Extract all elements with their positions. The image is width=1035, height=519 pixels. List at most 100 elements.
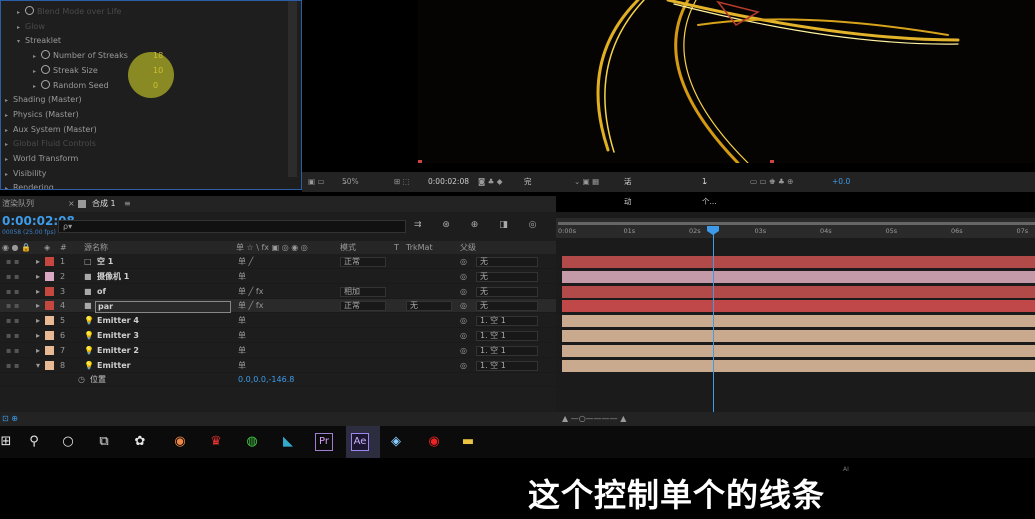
disclosure-triangle-icon[interactable]: ▸ bbox=[5, 109, 13, 123]
search-icon[interactable]: ⚲ bbox=[22, 430, 46, 454]
start-icon[interactable]: ⊞ bbox=[0, 430, 18, 454]
tab-render-queue[interactable]: 渲染队列 bbox=[2, 196, 34, 212]
layer-bar[interactable] bbox=[562, 359, 1035, 372]
after-effects-icon[interactable]: Ae bbox=[351, 433, 369, 451]
pickwhip-icon[interactable]: ◎ bbox=[460, 255, 467, 269]
expand-icon[interactable]: ▸ bbox=[36, 270, 40, 284]
parent-select[interactable]: 1. 空 1 bbox=[476, 360, 538, 371]
layer-bar[interactable] bbox=[562, 315, 1035, 328]
viewer-tools-icon[interactable]: ▭ ▭ ♚ ♣ ⊕ bbox=[750, 172, 793, 192]
effects-scrollbar[interactable] bbox=[288, 1, 297, 177]
qq-icon[interactable]: ♛ bbox=[204, 430, 228, 454]
cortana-icon[interactable]: ○ bbox=[56, 430, 80, 454]
stopwatch-icon[interactable] bbox=[25, 6, 34, 15]
stopwatch-icon[interactable] bbox=[41, 79, 50, 89]
layer-row[interactable]: ▪ ▪ ▸ 3 ■ of 单 ╱ fx 相加 ◎ 无 bbox=[0, 285, 556, 299]
effect-row[interactable]: ▸ Glow bbox=[17, 20, 287, 34]
trkmat-select[interactable]: 无 bbox=[406, 301, 452, 312]
layer-switches[interactable]: 单 bbox=[238, 314, 246, 328]
layer-bar[interactable] bbox=[562, 256, 1035, 268]
roi-icon[interactable]: ⌄ ▣ ▦ bbox=[574, 172, 599, 192]
layer-switches[interactable]: 单 ╱ fx bbox=[238, 285, 263, 299]
task-view-icon[interactable]: ⧉ bbox=[92, 430, 116, 454]
layer-row[interactable]: ▪ ▪ ▸ 5 💡 Emitter 4 单 ◎ 1. 空 1 bbox=[0, 314, 556, 329]
pickwhip-icon[interactable]: ◎ bbox=[460, 299, 467, 313]
expand-icon[interactable]: ▸ bbox=[36, 344, 40, 358]
mode-select[interactable]: 正常 bbox=[340, 301, 386, 312]
pinwheel-icon[interactable]: ✿ bbox=[128, 430, 152, 454]
layer-search-input[interactable]: ρ▾ bbox=[58, 220, 406, 233]
parent-select[interactable]: 无 bbox=[476, 286, 538, 297]
visibility-icons[interactable]: ▪ ▪ bbox=[6, 329, 19, 343]
expand-icon[interactable]: ▸ bbox=[36, 329, 40, 343]
expand-icon[interactable]: ▸ bbox=[36, 255, 40, 269]
label-color[interactable] bbox=[45, 271, 54, 281]
visibility-icons[interactable]: ▪ ▪ bbox=[6, 255, 19, 269]
layer-row[interactable]: ▪ ▪ ▸ 2 ■ 摄像机 1 单 ◎ 无 bbox=[0, 270, 556, 284]
layer-switches[interactable]: 单 bbox=[238, 329, 246, 343]
parent-select[interactable]: 无 bbox=[476, 271, 538, 282]
disclosure-triangle-icon[interactable]: ▸ bbox=[5, 182, 13, 189]
layer-name[interactable]: of bbox=[97, 285, 106, 299]
label-color[interactable] bbox=[45, 286, 54, 296]
app-icon[interactable]: ◈ bbox=[384, 430, 408, 454]
layer-switches[interactable]: 单 bbox=[238, 270, 246, 284]
pickwhip-icon[interactable]: ◎ bbox=[460, 359, 467, 373]
premiere-icon[interactable]: Pr bbox=[315, 433, 333, 451]
disclosure-triangle-icon[interactable]: ▸ bbox=[33, 65, 41, 79]
label-color[interactable] bbox=[45, 345, 54, 355]
zoom-slider[interactable]: ▲ —○———— ▲ bbox=[562, 412, 626, 426]
layer-name[interactable]: par bbox=[95, 301, 231, 314]
effect-row[interactable]: ▸ World Transform bbox=[5, 152, 275, 166]
effect-row[interactable]: ▸ Aux System (Master) bbox=[5, 123, 275, 137]
layer-name[interactable]: 空 1 bbox=[97, 255, 113, 269]
parent-select[interactable]: 无 bbox=[476, 301, 538, 312]
visibility-icons[interactable]: ▪ ▪ bbox=[6, 359, 19, 373]
effect-row[interactable]: ▸ Physics (Master) bbox=[5, 108, 275, 122]
expand-icon[interactable]: ▸ bbox=[36, 299, 40, 313]
effect-row[interactable]: ▸ Visibility bbox=[5, 167, 275, 181]
chrome-icon[interactable]: ◉ bbox=[168, 430, 192, 454]
disclosure-triangle-icon[interactable]: ▸ bbox=[5, 168, 13, 182]
time-ruler[interactable]: 0:00s 01s 02s 03s 04s 05s 06s 07s bbox=[556, 218, 1035, 238]
timeline-switch-icons[interactable]: ⇉ ⊛ ⊕ ◨ ◎ ⊠ bbox=[414, 220, 574, 230]
disclosure-triangle-icon[interactable]: ▸ bbox=[33, 50, 41, 64]
layer-switches[interactable]: 单 bbox=[238, 344, 246, 358]
layer-row[interactable]: ▪ ▪ ▾ 8 💡 Emitter 单 ◎ 1. 空 1 bbox=[0, 359, 556, 373]
layer-row[interactable]: ▪ ▪ ▸ 1 □ 空 1 单 ╱ 正常 ◎ 无 bbox=[0, 255, 556, 269]
mode-select[interactable]: 正常 bbox=[340, 257, 386, 267]
effect-row[interactable]: ▾ Streaklet bbox=[17, 34, 287, 48]
label-color[interactable] bbox=[45, 301, 54, 311]
expand-icon[interactable]: ▸ bbox=[36, 314, 40, 328]
parent-select[interactable]: 1. 空 1 bbox=[476, 345, 538, 356]
visibility-icons[interactable]: ▪ ▪ bbox=[6, 270, 19, 284]
views-select[interactable]: 1个... ⌄ bbox=[702, 172, 717, 206]
parent-select[interactable]: 1. 空 1 bbox=[476, 331, 538, 341]
browser-icon[interactable]: ◍ bbox=[240, 430, 264, 454]
layer-name[interactable]: Emitter 3 bbox=[97, 329, 139, 343]
disclosure-triangle-icon[interactable]: ▸ bbox=[33, 80, 41, 94]
layer-name[interactable]: Emitter 2 bbox=[97, 344, 139, 358]
effect-row[interactable]: ▸ Rendering bbox=[5, 181, 275, 189]
visibility-icons[interactable]: ▪ ▪ bbox=[6, 314, 19, 328]
stopwatch-icon[interactable] bbox=[41, 50, 50, 60]
layer-bar[interactable] bbox=[562, 300, 1035, 313]
visibility-icons[interactable]: ▪ ▪ bbox=[6, 299, 19, 313]
stopwatch-icon[interactable]: ◷ bbox=[78, 373, 85, 387]
disclosure-triangle-icon[interactable]: ▸ bbox=[5, 124, 13, 138]
zoom-select[interactable]: 50% ⌄ bbox=[342, 172, 359, 192]
effect-row[interactable]: ▸ Blend Mode over Life bbox=[17, 5, 287, 19]
camera-select[interactable]: 活动摄像机 ⌄ bbox=[624, 172, 632, 266]
work-area-bar[interactable] bbox=[558, 222, 1035, 225]
record-icon[interactable]: ◉ bbox=[422, 430, 446, 454]
composition-viewer[interactable] bbox=[418, 0, 1035, 163]
layer-bar[interactable] bbox=[562, 330, 1035, 342]
display-icon[interactable]: ▣ ▭ bbox=[308, 172, 325, 192]
visibility-icons[interactable]: ▪ ▪ bbox=[6, 285, 19, 299]
layer-switches[interactable]: 单 bbox=[238, 359, 246, 373]
menu-icon[interactable]: ≡ bbox=[124, 196, 131, 212]
layer-name[interactable]: 摄像机 1 bbox=[97, 270, 129, 284]
expand-icon[interactable]: ▸ bbox=[36, 285, 40, 299]
label-color[interactable] bbox=[45, 331, 54, 340]
col-source-name[interactable]: 源名称 bbox=[84, 241, 108, 254]
